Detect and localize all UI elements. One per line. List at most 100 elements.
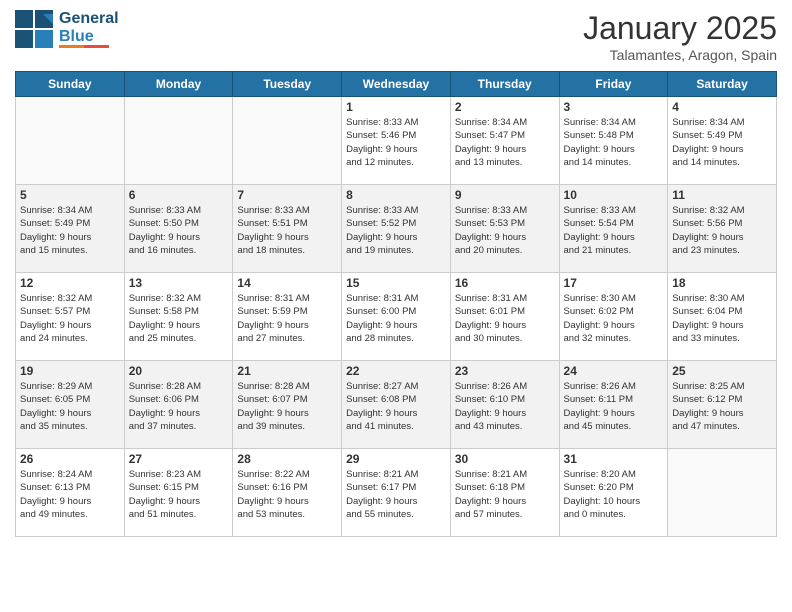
- day-content-line: and 21 minutes.: [564, 244, 664, 257]
- day-content-line: Sunset: 5:52 PM: [346, 217, 446, 230]
- day-content: Sunrise: 8:28 AMSunset: 6:07 PMDaylight:…: [237, 380, 337, 433]
- day-content-line: Sunset: 5:51 PM: [237, 217, 337, 230]
- calendar-cell: [233, 97, 342, 185]
- day-content-line: Sunrise: 8:25 AM: [672, 380, 772, 393]
- day-content-line: and 55 minutes.: [346, 508, 446, 521]
- weekday-header-monday: Monday: [124, 72, 233, 97]
- day-content-line: and 28 minutes.: [346, 332, 446, 345]
- day-content-line: Daylight: 10 hours: [564, 495, 664, 508]
- day-number: 7: [237, 188, 337, 202]
- day-content-line: Sunset: 5:54 PM: [564, 217, 664, 230]
- calendar-cell: 3Sunrise: 8:34 AMSunset: 5:48 PMDaylight…: [559, 97, 668, 185]
- day-content-line: and 41 minutes.: [346, 420, 446, 433]
- day-content-line: Sunrise: 8:32 AM: [672, 204, 772, 217]
- calendar-row-1: 5Sunrise: 8:34 AMSunset: 5:49 PMDaylight…: [16, 185, 777, 273]
- day-number: 9: [455, 188, 555, 202]
- day-content-line: Daylight: 9 hours: [564, 319, 664, 332]
- day-number: 14: [237, 276, 337, 290]
- day-content: Sunrise: 8:30 AMSunset: 6:02 PMDaylight:…: [564, 292, 664, 345]
- calendar-row-3: 19Sunrise: 8:29 AMSunset: 6:05 PMDayligh…: [16, 361, 777, 449]
- day-content: Sunrise: 8:34 AMSunset: 5:47 PMDaylight:…: [455, 116, 555, 169]
- day-content-line: Sunset: 5:49 PM: [20, 217, 120, 230]
- day-content: Sunrise: 8:33 AMSunset: 5:54 PMDaylight:…: [564, 204, 664, 257]
- day-content-line: Sunset: 6:16 PM: [237, 481, 337, 494]
- calendar-cell: [16, 97, 125, 185]
- calendar-cell: 10 Sunrise: 8:33 AMSunset: 5:54 PMDayligh…: [559, 185, 668, 273]
- day-number: 16: [455, 276, 555, 290]
- day-content-line: Sunset: 6:04 PM: [672, 305, 772, 318]
- day-content-line: Sunrise: 8:31 AM: [455, 292, 555, 305]
- day-number: 12: [20, 276, 120, 290]
- day-content-line: Daylight: 9 hours: [129, 231, 229, 244]
- day-content-line: Daylight: 9 hours: [129, 319, 229, 332]
- day-content-line: Sunrise: 8:29 AM: [20, 380, 120, 393]
- day-content-line: Sunset: 5:46 PM: [346, 129, 446, 142]
- calendar-cell: 21Sunrise: 8:28 AMSunset: 6:07 PMDayligh…: [233, 361, 342, 449]
- day-number: 27: [129, 452, 229, 466]
- day-number: 5: [20, 188, 120, 202]
- day-number: 25: [672, 364, 772, 378]
- day-content-line: and 14 minutes.: [564, 156, 664, 169]
- day-content-line: Sunset: 6:05 PM: [20, 393, 120, 406]
- day-content-line: Sunrise: 8:22 AM: [237, 468, 337, 481]
- day-content: Sunrise: 8:26 AMSunset: 6:10 PMDaylight:…: [455, 380, 555, 433]
- day-content-line: Sunrise: 8:33 AM: [129, 204, 229, 217]
- day-number: 17: [564, 276, 664, 290]
- day-content: Sunrise: 8:26 AMSunset: 6:11 PMDaylight:…: [564, 380, 664, 433]
- day-content-line: Daylight: 9 hours: [20, 407, 120, 420]
- day-content-line: Sunset: 6:10 PM: [455, 393, 555, 406]
- day-content-line: and 43 minutes.: [455, 420, 555, 433]
- day-content: Sunrise: 8:21 AMSunset: 6:18 PMDaylight:…: [455, 468, 555, 521]
- weekday-header-wednesday: Wednesday: [342, 72, 451, 97]
- calendar-cell: 23 Sunrise: 8:26 AMSunset: 6:10 PMDayligh…: [450, 361, 559, 449]
- day-content-line: Daylight: 9 hours: [129, 495, 229, 508]
- calendar-cell: 11Sunrise: 8:32 AMSunset: 5:56 PMDayligh…: [668, 185, 777, 273]
- day-content-line: Daylight: 9 hours: [346, 495, 446, 508]
- day-content-line: Sunrise: 8:23 AM: [129, 468, 229, 481]
- day-number: 23: [455, 364, 555, 378]
- weekday-header-friday: Friday: [559, 72, 668, 97]
- day-content-line: Sunrise: 8:28 AM: [237, 380, 337, 393]
- calendar-cell: 28Sunrise: 8:22 AMSunset: 6:16 PMDayligh…: [233, 449, 342, 537]
- day-number: 18: [672, 276, 772, 290]
- day-content-line: and 33 minutes.: [672, 332, 772, 345]
- calendar-cell: 27 Sunrise: 8:23 AMSunset: 6:15 PMDayligh…: [124, 449, 233, 537]
- calendar-cell: 6Sunrise: 8:33 AMSunset: 5:50 PMDaylight…: [124, 185, 233, 273]
- day-content: Sunrise: 8:30 AMSunset: 6:04 PMDaylight:…: [672, 292, 772, 345]
- day-content: Sunrise: 8:23 AMSunset: 6:15 PMDaylight:…: [129, 468, 229, 521]
- day-content-line: and 16 minutes.: [129, 244, 229, 257]
- day-content-line: and 53 minutes.: [237, 508, 337, 521]
- day-content-line: Sunset: 6:20 PM: [564, 481, 664, 494]
- day-content-line: and 18 minutes.: [237, 244, 337, 257]
- calendar-cell: 1Sunrise: 8:33 AMSunset: 5:46 PMDaylight…: [342, 97, 451, 185]
- day-content-line: Daylight: 9 hours: [455, 231, 555, 244]
- day-content-line: and 30 minutes.: [455, 332, 555, 345]
- day-number: 10: [564, 188, 664, 202]
- day-number: 24: [564, 364, 664, 378]
- calendar-cell: 30Sunrise: 8:21 AMSunset: 6:18 PMDayligh…: [450, 449, 559, 537]
- day-content-line: Daylight: 9 hours: [20, 495, 120, 508]
- calendar-row-4: 26Sunrise: 8:24 AMSunset: 6:13 PMDayligh…: [16, 449, 777, 537]
- day-content: Sunrise: 8:24 AMSunset: 6:13 PMDaylight:…: [20, 468, 120, 521]
- day-content: Sunrise: 8:31 AMSunset: 5:59 PMDaylight:…: [237, 292, 337, 345]
- logo: General Blue: [15, 10, 119, 48]
- day-content: Sunrise: 8:33 AMSunset: 5:50 PMDaylight:…: [129, 204, 229, 257]
- day-number: 2: [455, 100, 555, 114]
- day-content-line: Daylight: 9 hours: [455, 407, 555, 420]
- day-content-line: Sunrise: 8:33 AM: [455, 204, 555, 217]
- calendar-cell: [124, 97, 233, 185]
- day-content-line: Sunset: 5:47 PM: [455, 129, 555, 142]
- day-number: 22: [346, 364, 446, 378]
- weekday-header-saturday: Saturday: [668, 72, 777, 97]
- calendar-cell: 25Sunrise: 8:25 AMSunset: 6:12 PMDayligh…: [668, 361, 777, 449]
- day-content-line: and 49 minutes.: [20, 508, 120, 521]
- day-content: Sunrise: 8:32 AMSunset: 5:58 PMDaylight:…: [129, 292, 229, 345]
- day-content-line: Sunrise: 8:33 AM: [237, 204, 337, 217]
- day-content-line: Sunrise: 8:33 AM: [346, 116, 446, 129]
- day-content-line: Sunset: 6:12 PM: [672, 393, 772, 406]
- day-content-line: Daylight: 9 hours: [564, 143, 664, 156]
- day-content-line: Daylight: 9 hours: [564, 407, 664, 420]
- day-content-line: and 51 minutes.: [129, 508, 229, 521]
- day-content-line: Sunrise: 8:33 AM: [346, 204, 446, 217]
- calendar-cell: 14 Sunrise: 8:31 AMSunset: 5:59 PMDayligh…: [233, 273, 342, 361]
